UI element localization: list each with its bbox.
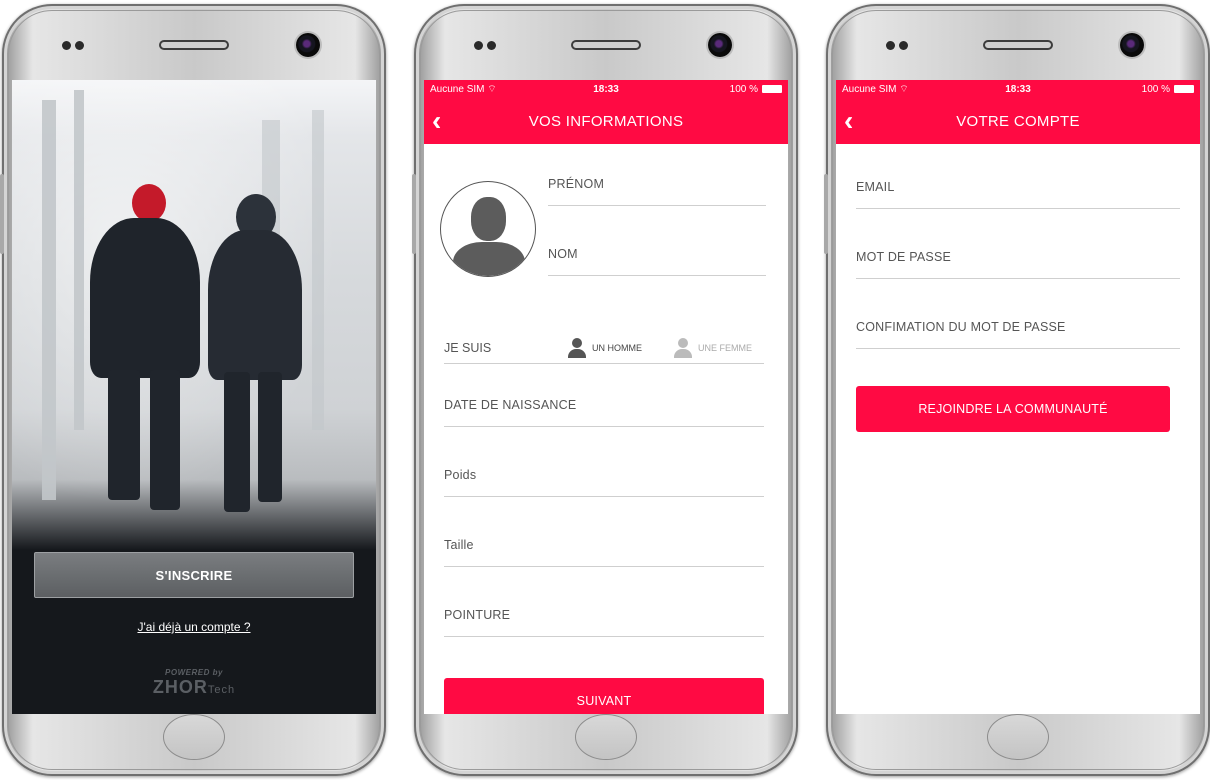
brand-main: ZHOR <box>152 677 208 697</box>
phone-frame-account: Aucune SIM ⌔ 18:33 100 % ‹ VOTRE COMPTE … <box>824 4 1210 776</box>
height-field[interactable]: Taille <box>444 538 764 567</box>
status-time: 18:33 <box>1005 83 1031 95</box>
shoe-size-field[interactable]: POINTURE <box>444 608 764 637</box>
avatar-placeholder[interactable] <box>440 181 536 277</box>
home-button[interactable] <box>987 714 1049 760</box>
speaker-grille <box>571 40 641 50</box>
powered-by-logo: POWERED by ZHORTech <box>12 668 376 698</box>
sensor-dots <box>62 41 84 50</box>
gender-male-label: UN HOMME <box>592 343 642 353</box>
carrier-label: Aucune SIM <box>842 83 897 95</box>
password-confirm-field[interactable]: CONFIMATION DU MOT DE PASSE <box>856 320 1180 349</box>
home-button[interactable] <box>575 714 637 760</box>
battery-icon <box>762 85 782 93</box>
phone-frame-info: Aucune SIM ⌔ 18:33 100 % ‹ VOS INFORMATI… <box>412 4 798 776</box>
status-bar: Aucune SIM ⌔ 18:33 100 % <box>836 80 1200 98</box>
brand-suffix: Tech <box>207 684 236 696</box>
sensor-dots <box>886 41 908 50</box>
female-person-icon <box>674 338 692 358</box>
wifi-icon: ⌔ <box>487 83 497 95</box>
login-link[interactable]: J'ai déjà un compte ? <box>12 620 376 634</box>
back-icon[interactable]: ‹ <box>844 107 854 135</box>
home-button[interactable] <box>163 714 225 760</box>
signup-button[interactable]: S'INSCRIRE <box>34 552 354 598</box>
speaker-grille <box>983 40 1053 50</box>
camera-icon <box>296 33 320 57</box>
sensor-dots <box>474 41 496 50</box>
next-button[interactable]: SUIVANT <box>444 678 764 714</box>
info-screen: Aucune SIM ⌔ 18:33 100 % ‹ VOS INFORMATI… <box>424 80 788 714</box>
email-field[interactable]: EMAIL <box>856 180 1180 209</box>
wifi-icon: ⌔ <box>899 83 909 95</box>
weight-field[interactable]: Poids <box>444 468 764 497</box>
camera-icon <box>708 33 732 57</box>
powered-by-text: POWERED by <box>165 668 223 677</box>
gender-male-option[interactable]: UN HOMME <box>568 338 642 358</box>
page-title: VOS INFORMATIONS <box>528 112 684 130</box>
male-person-icon <box>568 338 586 358</box>
battery-percent: 100 % <box>729 83 758 95</box>
hero-photo <box>12 80 376 550</box>
carrier-label: Aucune SIM <box>430 83 485 95</box>
gender-label: JE SUIS <box>444 341 492 355</box>
signup-screen: S'INSCRIRE J'ai déjà un compte ? POWERED… <box>12 80 376 714</box>
join-community-button[interactable]: REJOINDRE LA COMMUNAUTÉ <box>856 386 1170 432</box>
speaker-grille <box>159 40 229 50</box>
nav-bar: ‹ VOTRE COMPTE <box>836 98 1200 144</box>
battery-percent: 100 % <box>1141 83 1170 95</box>
nav-bar: ‹ VOS INFORMATIONS <box>424 98 788 144</box>
prenom-field[interactable]: PRÉNOM <box>548 177 766 206</box>
birthdate-field[interactable]: DATE DE NAISSANCE <box>444 398 764 427</box>
gender-female-option[interactable]: UNE FEMME <box>674 338 752 358</box>
page-title: VOTRE COMPTE <box>956 112 1080 130</box>
status-time: 18:33 <box>593 83 619 95</box>
gender-female-label: UNE FEMME <box>698 343 752 353</box>
nom-field[interactable]: NOM <box>548 247 766 276</box>
status-bar: Aucune SIM ⌔ 18:33 100 % <box>424 80 788 98</box>
battery-icon <box>1174 85 1194 93</box>
camera-icon <box>1120 33 1144 57</box>
gender-selector: JE SUIS UN HOMME UNE FEMME <box>444 338 764 364</box>
back-icon[interactable]: ‹ <box>432 107 442 135</box>
account-screen: Aucune SIM ⌔ 18:33 100 % ‹ VOTRE COMPTE … <box>836 80 1200 714</box>
password-field[interactable]: MOT DE PASSE <box>856 250 1180 279</box>
phone-frame-signup: S'INSCRIRE J'ai déjà un compte ? POWERED… <box>0 4 386 776</box>
